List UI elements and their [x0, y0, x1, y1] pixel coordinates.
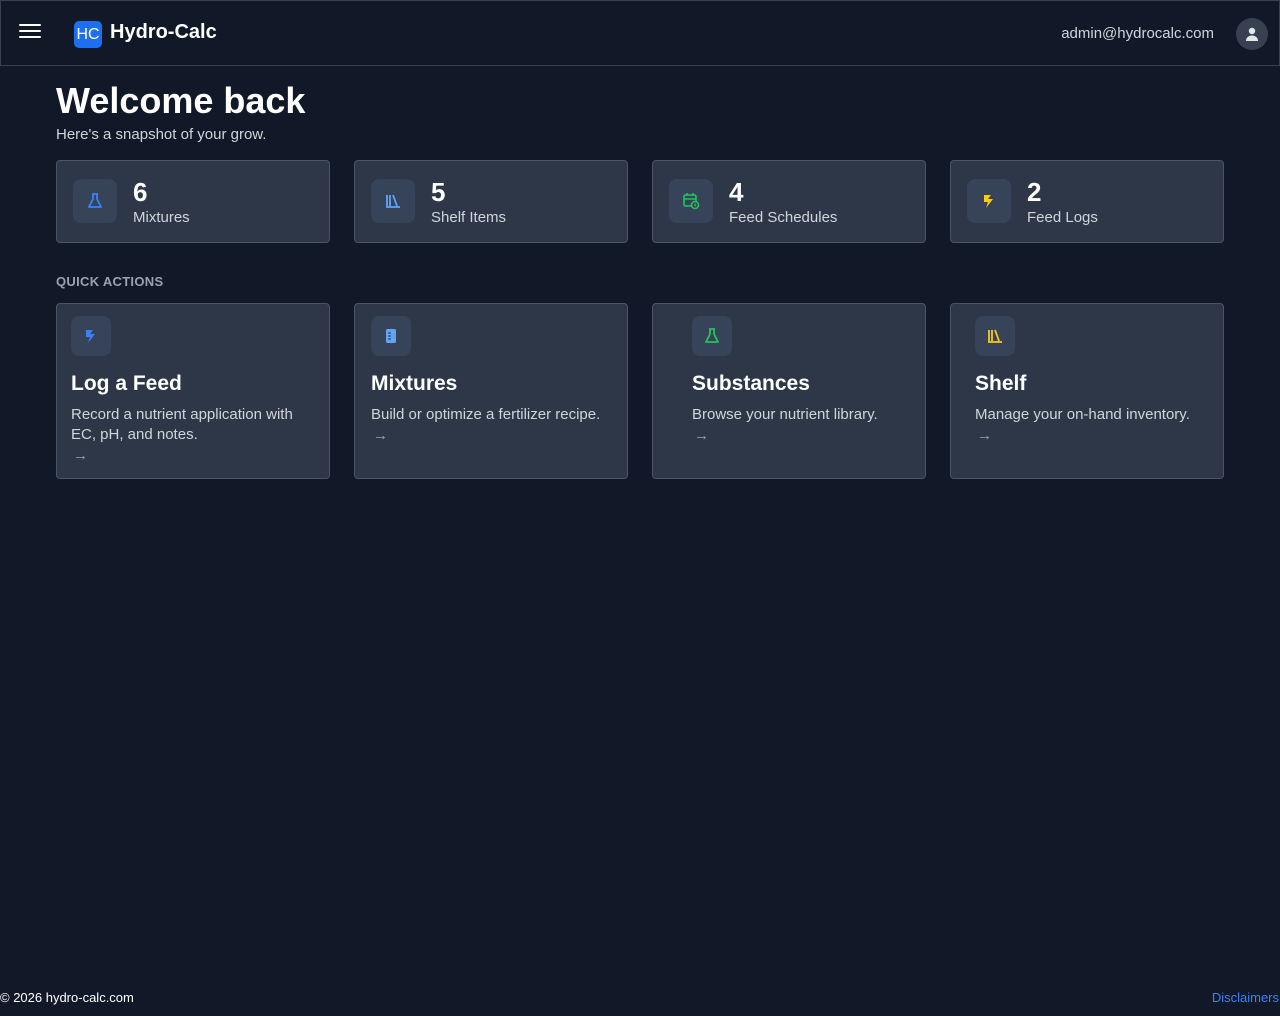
- stat-label: Feed Logs: [1027, 209, 1098, 226]
- stat-card-shelf-items: 5 Shelf Items: [354, 160, 628, 243]
- action-card-substances[interactable]: Substances Browse your nutrient library.…: [652, 303, 926, 479]
- stat-card-feed-logs: 2 Feed Logs: [950, 160, 1224, 243]
- action-card-log-feed[interactable]: Log a Feed Record a nutrient application…: [56, 303, 330, 479]
- quick-actions-heading: QUICK ACTIONS: [56, 274, 164, 289]
- action-description: Record a nutrient application with EC, p…: [71, 406, 293, 443]
- flask-icon: [692, 316, 732, 356]
- stat-value: 2: [1027, 177, 1042, 207]
- action-title: Shelf: [975, 372, 1027, 395]
- disclaimers-link[interactable]: Disclaimers: [1212, 990, 1279, 1005]
- stat-value: 6: [133, 177, 148, 207]
- page-subtitle: Here's a snapshot of your grow.: [56, 126, 267, 143]
- arrow-right-icon: →: [977, 427, 992, 444]
- stat-label: Mixtures: [133, 209, 190, 226]
- shelf-icon: [371, 179, 415, 223]
- app-logo[interactable]: HC: [74, 21, 102, 48]
- action-description: Browse your nutrient library.: [692, 406, 878, 423]
- app-title[interactable]: Hydro-Calc: [110, 21, 217, 44]
- top-navbar: HC Hydro-Calc admin@hydrocalc.com: [0, 0, 1280, 66]
- stat-card-feed-schedules: 4 Feed Schedules: [652, 160, 926, 243]
- action-description: Build or optimize a fertilizer recipe.: [371, 406, 601, 423]
- hamburger-menu-icon[interactable]: [19, 24, 41, 42]
- footer-copyright: © 2026 hydro-calc.com: [0, 990, 134, 1005]
- action-title: Mixtures: [371, 372, 458, 395]
- action-description: Manage your on-hand inventory.: [975, 406, 1190, 423]
- user-email: admin@hydrocalc.com: [1061, 25, 1214, 42]
- flask-icon: [73, 179, 117, 223]
- action-card-shelf[interactable]: Shelf Manage your on-hand inventory. →: [950, 303, 1224, 479]
- action-title: Log a Feed: [71, 372, 182, 395]
- stat-value: 5: [431, 177, 446, 207]
- feed-log-icon: [71, 316, 111, 356]
- stat-label: Shelf Items: [431, 209, 507, 226]
- feed-log-icon: [967, 179, 1011, 223]
- user-avatar-icon[interactable]: [1236, 18, 1268, 50]
- beaker-icon: [371, 316, 411, 356]
- calendar-clock-icon: [669, 179, 713, 223]
- action-title: Substances: [692, 372, 810, 395]
- stat-card-mixtures: 6 Mixtures: [56, 160, 330, 243]
- page-title: Welcome back: [56, 80, 306, 121]
- arrow-right-icon: →: [373, 427, 388, 444]
- action-card-mixtures[interactable]: Mixtures Build or optimize a fertilizer …: [354, 303, 628, 479]
- arrow-right-icon: →: [73, 447, 88, 464]
- stat-value: 4: [729, 177, 744, 207]
- arrow-right-icon: →: [694, 427, 709, 444]
- stat-label: Feed Schedules: [729, 209, 838, 226]
- shelf-icon: [975, 316, 1015, 356]
